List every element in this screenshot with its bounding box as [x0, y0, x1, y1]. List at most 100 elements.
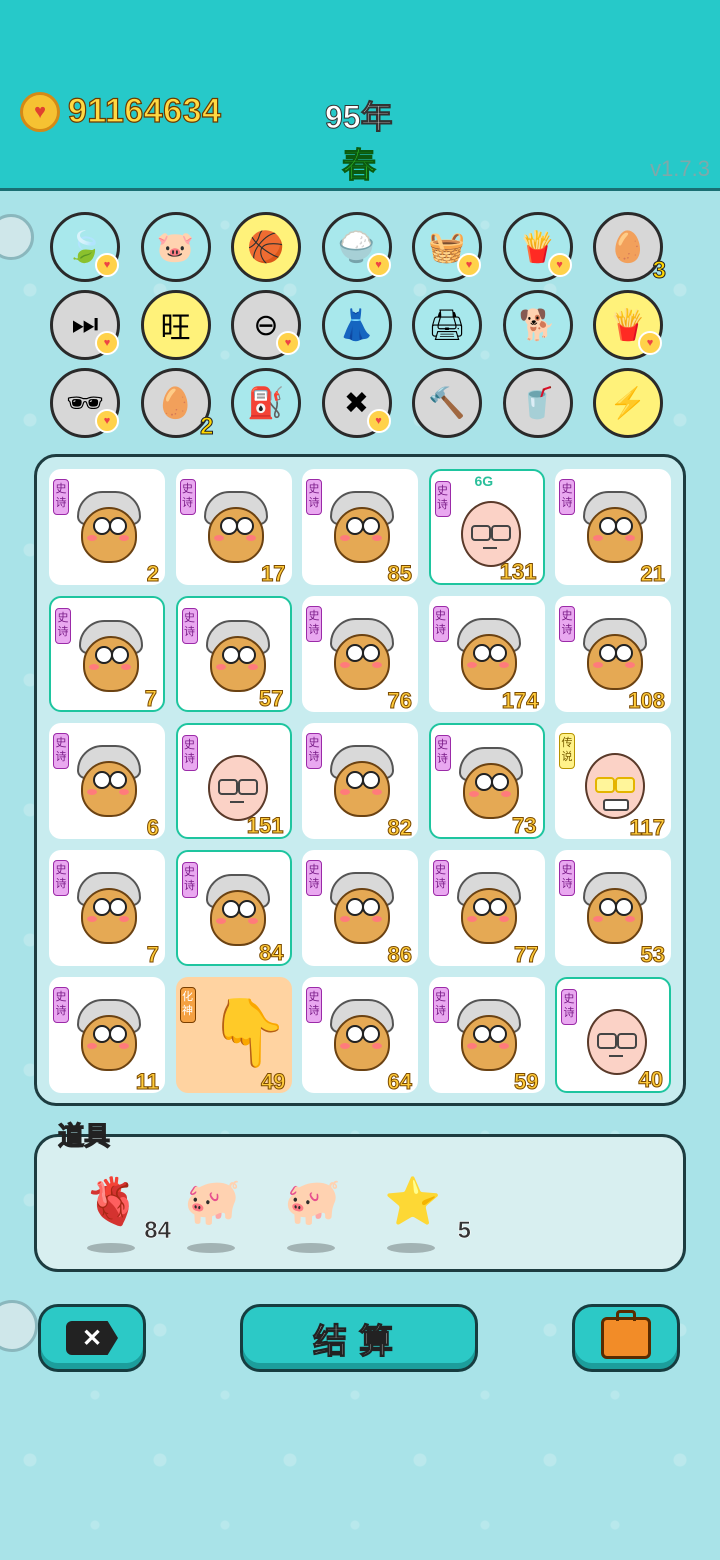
- tile-value: 76: [387, 688, 413, 714]
- board-tile[interactable]: 化神 👇 49: [175, 977, 292, 1095]
- heart-badge-icon: ♥: [95, 331, 119, 355]
- board-tile[interactable]: 史诗 86: [302, 850, 418, 968]
- item-slot-skip[interactable]: ⏭ ♥: [50, 290, 120, 360]
- item-slot-egg-tray[interactable]: 🥚 3: [593, 212, 667, 285]
- grey-haired-owl-icon: [456, 999, 521, 1071]
- board-tile[interactable]: 史诗 82: [302, 723, 418, 841]
- grey-haired-owl-icon: [330, 745, 394, 817]
- prop-shadow: [187, 1243, 235, 1253]
- item-slot-egg-tray[interactable]: 🥚 2: [140, 368, 214, 441]
- rarity-tag: 史诗: [306, 606, 322, 642]
- item-slot-piggy-bank[interactable]: 🐷: [140, 212, 211, 282]
- board-tile[interactable]: 史诗 151: [175, 723, 292, 839]
- heart-badge-icon: ♥: [95, 409, 119, 433]
- star-icon: ⭐: [384, 1174, 442, 1227]
- board-tile[interactable]: 史诗 17: [175, 469, 292, 587]
- tile-value: 57: [259, 686, 285, 712]
- delete-tag-icon: ✖: [343, 386, 370, 420]
- grey-haired-owl-icon: [77, 872, 141, 944]
- rarity-tag: 史诗: [306, 987, 322, 1023]
- tile-value: 86: [387, 942, 413, 968]
- board-tile[interactable]: 史诗 76: [302, 596, 418, 714]
- board-tile[interactable]: 史诗 53: [555, 850, 671, 968]
- item-slot-pump[interactable]: ⛽: [231, 368, 301, 438]
- rarity-tag: 史诗: [181, 608, 198, 644]
- tile-value: 84: [259, 940, 285, 966]
- tile-value: 108: [628, 688, 666, 714]
- pump-icon: ⛽: [247, 386, 285, 420]
- grey-haired-owl-icon: [330, 872, 394, 944]
- item-slot-rice-bowl[interactable]: 🍚 ♥: [321, 212, 392, 282]
- board-tile[interactable]: 史诗 7: [49, 850, 165, 968]
- item-slot-skirt[interactable]: 👗: [321, 290, 392, 360]
- board-tile[interactable]: 史诗 77: [428, 850, 545, 968]
- prop-liver[interactable]: 🫀 84: [73, 1161, 171, 1253]
- board-tile[interactable]: 史诗 21: [555, 469, 671, 587]
- bald-old-man-icon: [207, 755, 268, 821]
- egg-tray-icon: 🥚: [156, 386, 195, 420]
- board-tile[interactable]: 史诗 6G 131: [428, 469, 545, 585]
- tile-value: 11: [135, 1069, 159, 1095]
- board-tile[interactable]: 史诗 2: [49, 469, 165, 587]
- tile-value: 2: [146, 561, 159, 587]
- board-tile[interactable]: 史诗 85: [302, 469, 418, 587]
- side-emblem-button[interactable]: [0, 1300, 38, 1352]
- board-tile[interactable]: 史诗 6: [49, 723, 165, 841]
- heart-badge-icon: ♥: [366, 409, 391, 433]
- board-tile[interactable]: 史诗 57: [175, 596, 292, 712]
- board-tile[interactable]: 史诗 73: [428, 723, 545, 839]
- printer-icon: 🖨: [427, 308, 467, 342]
- item-slot-delete-tag[interactable]: ✖ ♥: [321, 368, 392, 438]
- tile-value: 17: [261, 561, 287, 587]
- grey-haired-owl-icon: [330, 491, 394, 563]
- board-tile[interactable]: 史诗 108: [555, 596, 671, 714]
- item-slot-lightning[interactable]: ⚡: [593, 368, 663, 438]
- item-slot-fruit-basket[interactable]: 🧺 ♥: [412, 212, 482, 282]
- item-slot-french-fries[interactable]: 🍟 ♥: [593, 290, 663, 360]
- season-label: 春: [342, 147, 377, 186]
- tile-value: 59: [514, 1069, 540, 1095]
- tile-value: 21: [640, 561, 666, 587]
- item-slot-dog[interactable]: 🐕: [502, 290, 573, 360]
- lightning-icon: ⚡: [609, 386, 647, 420]
- board-tile[interactable]: 史诗 40: [555, 977, 671, 1093]
- heart-badge-icon: ♥: [547, 253, 572, 277]
- prop-piggy-bank[interactable]: 🐖: [173, 1161, 253, 1253]
- item-slot-printer[interactable]: 🖨: [412, 290, 482, 360]
- item-slot-milk-tea[interactable]: 🥤: [502, 368, 573, 438]
- minus-icon: ⊖: [253, 308, 279, 342]
- prop-count: 84: [144, 1217, 171, 1245]
- board-tile[interactable]: 史诗 84: [175, 850, 292, 966]
- item-slot-french-fries[interactable]: 🍟 ♥: [502, 212, 573, 282]
- board-tile[interactable]: 史诗 11: [49, 977, 165, 1095]
- rarity-tag: 史诗: [181, 862, 198, 898]
- milk-tea-icon: 🥤: [518, 386, 557, 420]
- rarity-tag: 化神: [179, 987, 196, 1023]
- item-slot-minus[interactable]: ⊖ ♥: [231, 290, 301, 360]
- tile-value: 73: [512, 813, 538, 839]
- bag-button[interactable]: [572, 1304, 680, 1372]
- tile-value: 6: [146, 815, 159, 841]
- tile-value: 85: [387, 561, 413, 587]
- item-slot-basketballs[interactable]: 🏀: [231, 212, 301, 282]
- board-tile[interactable]: 史诗 7: [49, 596, 165, 712]
- heart-badge-icon: ♥: [638, 331, 662, 355]
- prop-shadow: [87, 1243, 135, 1253]
- prop-piggy-bank[interactable]: 🐖: [273, 1161, 353, 1253]
- settle-button[interactable]: 结算: [240, 1304, 478, 1372]
- item-slot-sunglasses[interactable]: 🕶 ♥: [50, 368, 120, 438]
- props-label: 道具: [57, 1120, 111, 1151]
- rarity-tag: 史诗: [181, 735, 198, 771]
- item-slot-hammer[interactable]: 🔨: [412, 368, 482, 438]
- prop-star[interactable]: ⭐ 5: [373, 1161, 471, 1253]
- item-slot-wang-tiles[interactable]: 旺: [140, 290, 211, 360]
- remove-button[interactable]: ✕: [38, 1304, 146, 1372]
- board-tile[interactable]: 史诗 59: [428, 977, 545, 1095]
- board-tile[interactable]: 史诗 64: [302, 977, 418, 1095]
- board-tile[interactable]: 传说 117: [555, 723, 671, 841]
- grey-haired-owl-icon: [330, 618, 394, 690]
- grey-haired-owl-icon: [203, 491, 268, 563]
- item-slot-leaf[interactable]: 🍃 ♥: [50, 212, 120, 282]
- board-tile[interactable]: 史诗 174: [428, 596, 545, 714]
- sleep-toggle-button[interactable]: [0, 214, 34, 260]
